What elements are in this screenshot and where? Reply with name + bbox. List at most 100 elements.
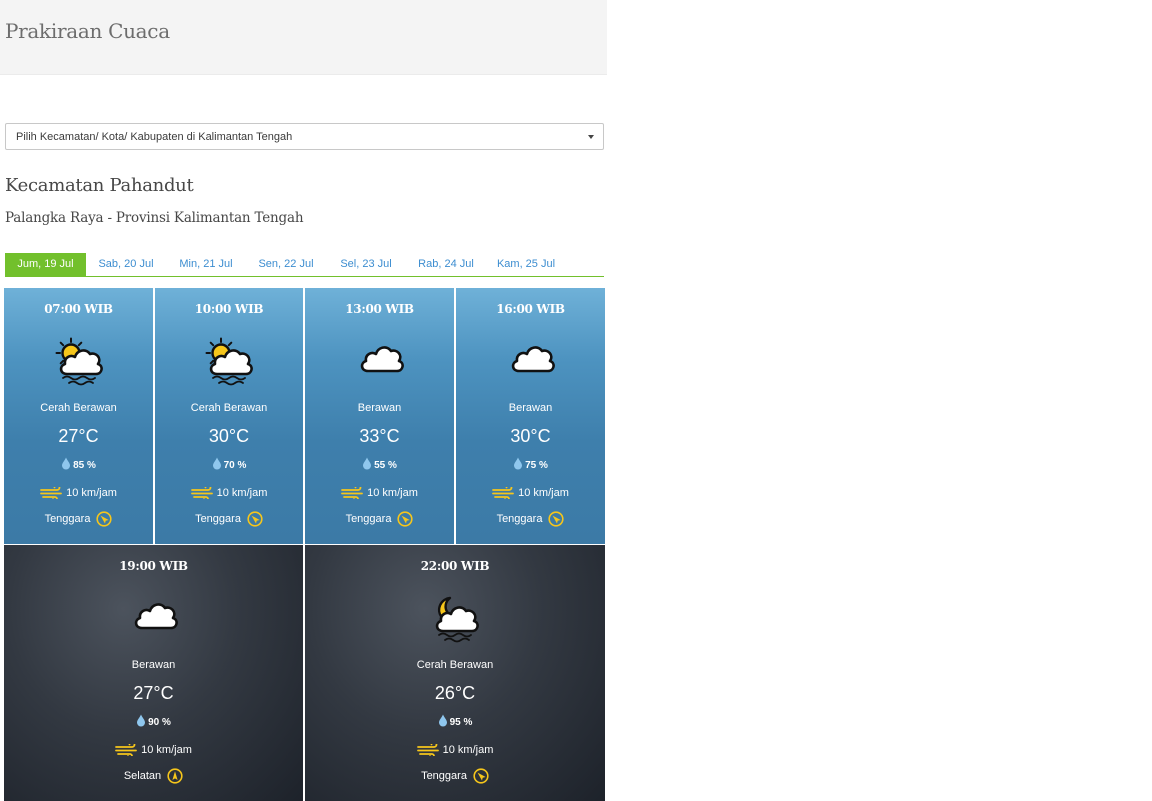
date-tabs: Jum, 19 Jul Sab, 20 Jul Min, 21 Jul Sen,… <box>5 253 604 277</box>
forecast-condition: Cerah Berawan <box>190 402 268 414</box>
compass-icon <box>167 768 183 784</box>
forecast-humidity: 95 % <box>305 714 605 728</box>
humidity-drop-icon <box>438 714 447 727</box>
tab-min-21-jul[interactable]: Min, 21 Jul <box>166 253 246 276</box>
sun-cloud-haze-icon <box>202 333 256 387</box>
wind-icon <box>115 741 138 759</box>
wind-icon <box>190 484 213 502</box>
forecast-time: 16:00 WIB <box>496 302 565 316</box>
humidity-drop-icon <box>62 457 71 470</box>
humidity-drop-icon <box>363 457 372 470</box>
forecast-card-1600: 16:00 WIB Berawan 30°C 75 % 10 km/jam Te… <box>456 288 605 544</box>
forecast-wind-speed: 10 km/jam <box>4 741 303 759</box>
forecast-card-2200: 22:00 WIB Cerah Berawan 26°C 95 % 10 km/… <box>305 545 605 801</box>
forecast-wind-speed: 10 km/jam <box>4 484 153 502</box>
forecast-card-1300: 13:00 WIB Berawan 33°C 55 % 10 km/jam Te… <box>305 288 454 544</box>
forecast-card-1000: 10:00 WIB Cerah Berawan 30°C 70 % 10 km/… <box>155 288 303 544</box>
weather-page: Prakiraan Cuaca Pilih Kecamatan/ Kota/ K… <box>0 0 607 801</box>
wind-direction-value: Tenggara <box>44 513 91 525</box>
forecast-temperature: 30°C <box>510 426 551 446</box>
wind-direction-value: Tenggara <box>345 513 392 525</box>
wind-direction-value: Tenggara <box>421 770 467 782</box>
forecast-wind-direction: Tenggara <box>305 768 605 784</box>
wind-icon <box>492 484 515 502</box>
wind-icon <box>416 741 439 759</box>
wind-speed-value: 10 km/jam <box>216 487 268 499</box>
forecast-time: 13:00 WIB <box>345 302 414 316</box>
forecast-time: 22:00 WIB <box>420 559 490 573</box>
forecast-wind-direction: Tenggara <box>4 511 153 527</box>
wind-speed-value: 10 km/jam <box>66 487 117 499</box>
wind-direction-value: Tenggara <box>195 513 241 525</box>
cloud-icon <box>127 590 181 644</box>
forecast-card-0700: 07:00 WIB Cerah Berawan 27°C 85 % 10 km/… <box>4 288 153 544</box>
forecast-wind-direction: Selatan <box>4 768 303 784</box>
cloud-icon <box>353 333 407 387</box>
humidity-value: 70 % <box>223 460 247 471</box>
forecast-wind-speed: 10 km/jam <box>155 484 303 502</box>
moon-cloud-haze-icon <box>428 590 482 644</box>
forecast-humidity: 70 % <box>155 457 303 471</box>
compass-icon <box>247 511 263 527</box>
forecast-condition: Berawan <box>508 402 553 414</box>
humidity-value: 95 % <box>449 717 473 728</box>
compass-icon <box>397 511 414 527</box>
tab-rab-24-jul[interactable]: Rab, 24 Jul <box>406 253 486 276</box>
wind-speed-value: 10 km/jam <box>442 744 494 756</box>
tab-sab-20-jul[interactable]: Sab, 20 Jul <box>86 253 166 276</box>
forecast-humidity: 55 % <box>305 457 454 471</box>
humidity-drop-icon <box>137 714 146 727</box>
forecast-humidity: 85 % <box>4 457 153 471</box>
humidity-drop-icon <box>212 457 221 470</box>
wind-speed-value: 10 km/jam <box>367 487 418 499</box>
forecast-temperature: 27°C <box>58 426 99 446</box>
forecast-temperature: 30°C <box>208 426 250 446</box>
forecast-condition: Cerah Berawan <box>40 402 117 414</box>
forecast-humidity: 90 % <box>4 714 303 728</box>
page-header: Prakiraan Cuaca <box>0 0 607 75</box>
location-select[interactable]: Pilih Kecamatan/ Kota/ Kabupaten di Kali… <box>5 123 604 150</box>
compass-icon <box>473 768 489 784</box>
humidity-value: 75 % <box>525 460 548 471</box>
forecast-wind-direction: Tenggara <box>155 511 303 527</box>
forecast-temperature: 27°C <box>133 683 174 703</box>
humidity-value: 85 % <box>73 460 96 471</box>
forecast-temperature: 33°C <box>359 426 400 446</box>
humidity-drop-icon <box>514 457 523 470</box>
location-subtitle: Palangka Raya - Provinsi Kalimantan Teng… <box>5 210 304 226</box>
tab-jum-19-jul[interactable]: Jum, 19 Jul <box>5 253 86 276</box>
wind-direction-value: Selatan <box>123 770 162 782</box>
forecast-temperature: 26°C <box>434 683 476 703</box>
compass-icon <box>96 511 113 527</box>
wind-icon <box>341 484 364 502</box>
location-title: Kecamatan Pahandut <box>5 175 194 196</box>
forecast-wind-speed: 10 km/jam <box>305 484 454 502</box>
compass-icon <box>548 511 565 527</box>
cloud-icon <box>504 333 558 387</box>
forecast-time: 10:00 WIB <box>194 302 264 316</box>
forecast-condition: Berawan <box>357 402 402 414</box>
humidity-value: 90 % <box>148 717 171 728</box>
page-title: Prakiraan Cuaca <box>5 19 170 43</box>
forecast-condition: Cerah Berawan <box>416 659 494 671</box>
tab-kam-25-jul[interactable]: Kam, 25 Jul <box>486 253 566 276</box>
forecast-wind-speed: 10 km/jam <box>305 741 605 759</box>
forecast-time: 07:00 WIB <box>44 302 113 316</box>
sun-cloud-haze-icon <box>52 333 106 387</box>
forecast-condition: Berawan <box>131 659 176 671</box>
humidity-value: 55 % <box>374 460 397 471</box>
location-select-placeholder: Pilih Kecamatan/ Kota/ Kabupaten di Kali… <box>16 131 293 143</box>
wind-speed-value: 10 km/jam <box>141 744 192 756</box>
forecast-wind-direction: Tenggara <box>305 511 454 527</box>
forecast-humidity: 75 % <box>456 457 605 471</box>
forecast-time: 19:00 WIB <box>119 559 188 573</box>
forecast-card-1900: 19:00 WIB Berawan 27°C 90 % 10 km/jam Se… <box>4 545 303 801</box>
forecast-wind-direction: Tenggara <box>456 511 605 527</box>
tab-sel-23-jul[interactable]: Sel, 23 Jul <box>326 253 406 276</box>
forecast-wind-speed: 10 km/jam <box>456 484 605 502</box>
tab-sen-22-jul[interactable]: Sen, 22 Jul <box>246 253 326 276</box>
chevron-down-icon <box>588 135 594 139</box>
wind-icon <box>40 484 63 502</box>
wind-direction-value: Tenggara <box>496 513 543 525</box>
wind-speed-value: 10 km/jam <box>518 487 569 499</box>
